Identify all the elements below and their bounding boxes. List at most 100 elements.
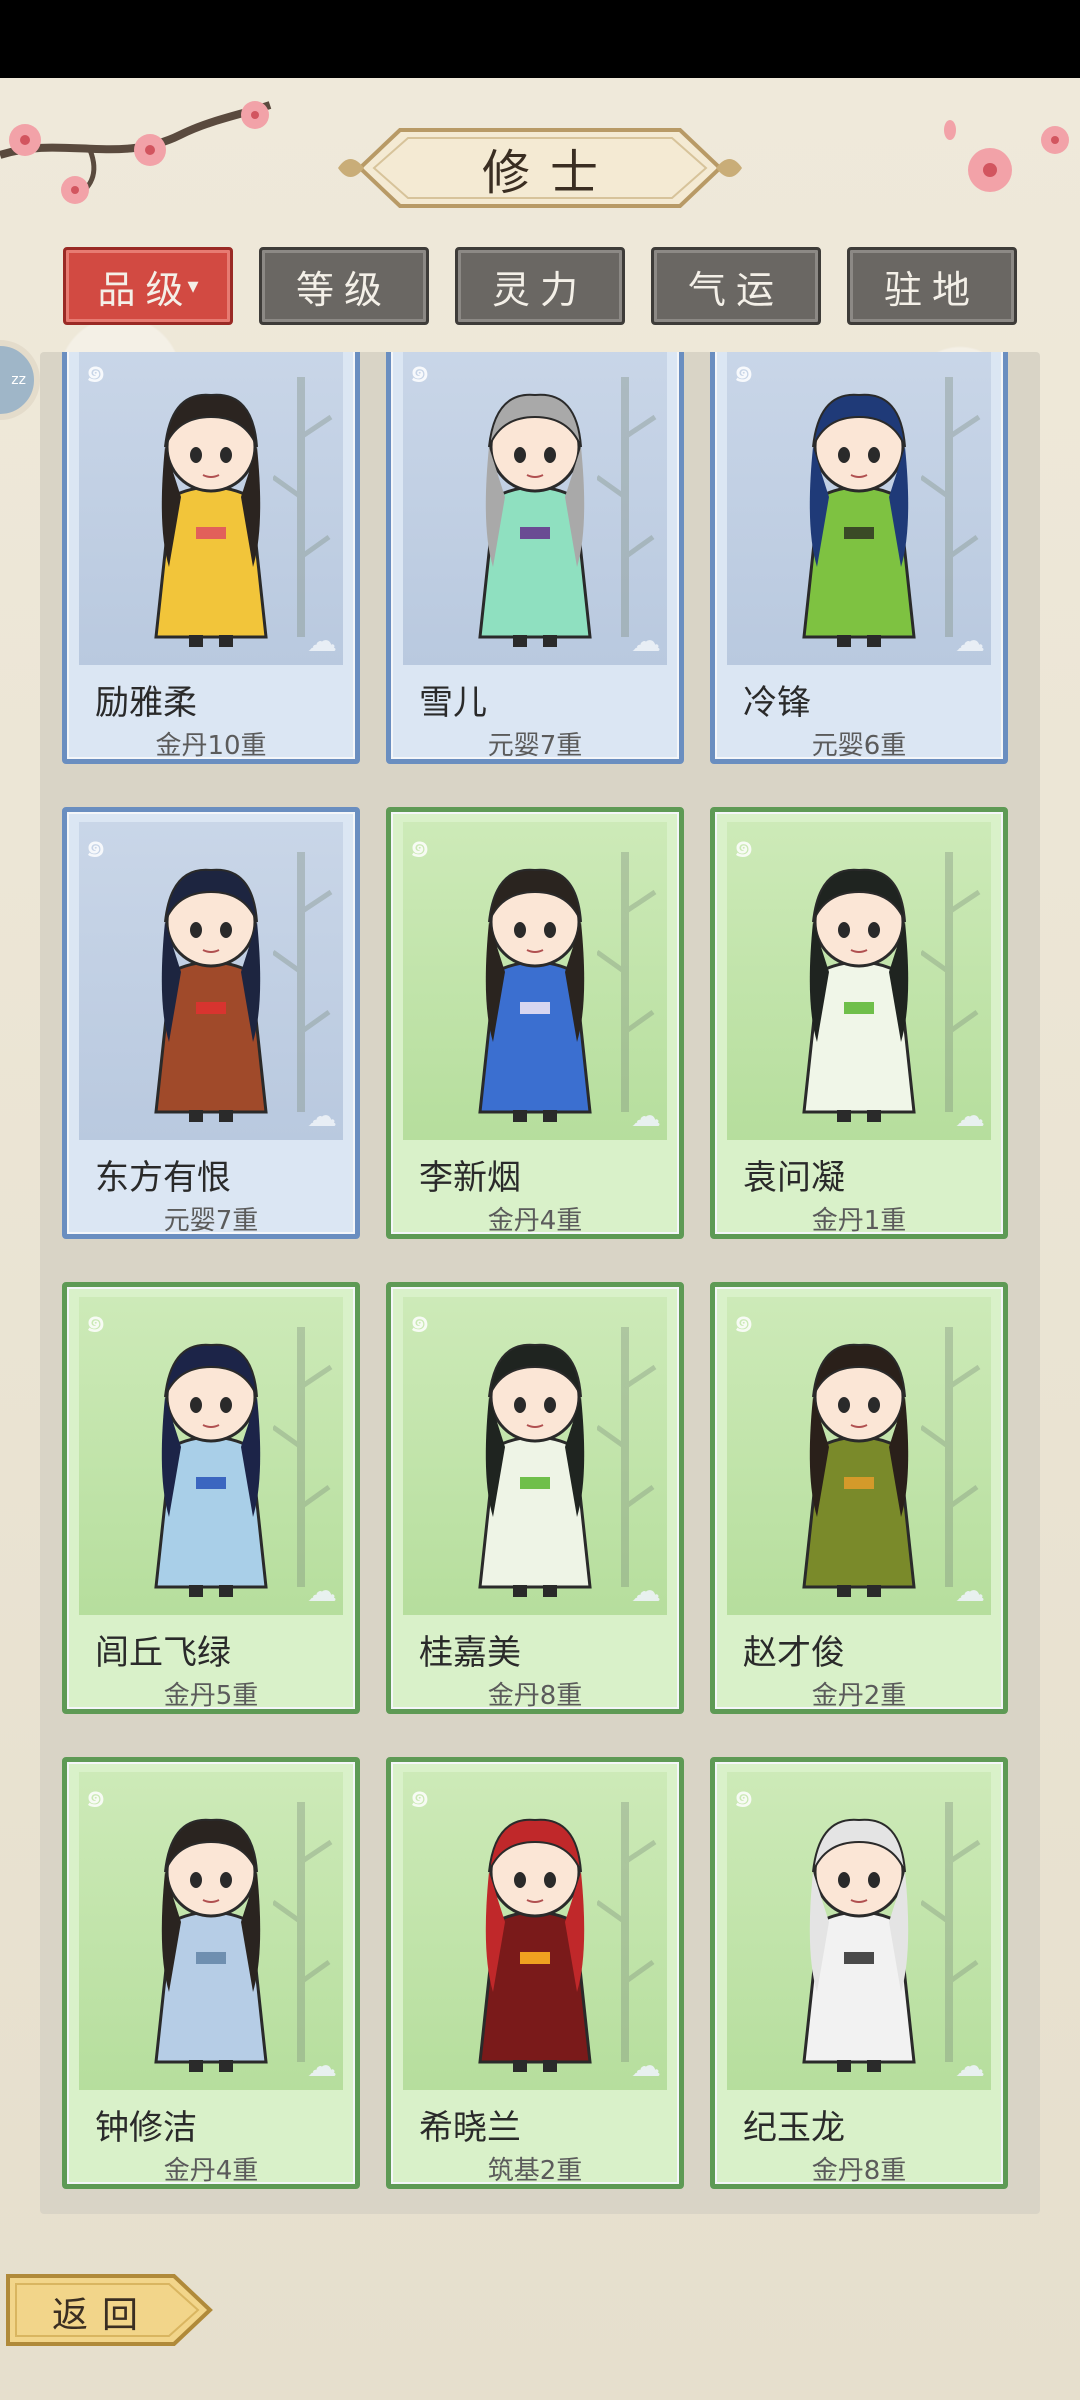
cultivator-level: 金丹4重: [163, 2156, 259, 2186]
cultivator-name: 希晓兰: [419, 2108, 521, 2148]
swirl-icon: ๑: [85, 352, 107, 391]
filter-station-button[interactable]: 驻地: [847, 247, 1017, 325]
cloud-icon: ☁: [631, 1099, 661, 1134]
bamboo-icon: [273, 852, 333, 1112]
cultivator-level: 金丹1重: [811, 1206, 907, 1236]
filter-luck-label: 气运: [687, 267, 784, 312]
character-portrait: ☁: [403, 352, 667, 665]
cultivator-level: 金丹2重: [811, 1681, 907, 1711]
bamboo-icon: [273, 1802, 333, 2062]
cultivator-card[interactable]: ☁ ๑ 闾丘飞绿 金丹5重: [62, 1282, 360, 1714]
character-figure-icon: [154, 868, 268, 1122]
character-figure-icon: [154, 393, 268, 647]
cultivator-level: 元婴7重: [487, 731, 583, 761]
character-portrait: ☁: [403, 1772, 667, 2090]
cloud-icon: ☁: [307, 624, 337, 659]
cultivator-level: 金丹4重: [487, 1206, 583, 1236]
cultivator-level: 金丹8重: [487, 1681, 583, 1711]
swirl-icon: ๑: [85, 826, 107, 866]
cultivator-name: 赵才俊: [743, 1633, 845, 1673]
cultivator-card[interactable]: ☁ ๑ 李新烟 金丹4重: [386, 807, 684, 1239]
cultivator-card[interactable]: ☁ ๑ 袁问凝金丹1重: [710, 807, 1008, 1239]
bamboo-icon: [597, 1327, 657, 1587]
filter-tabs: 品级 ▾ 等级 灵力 气运 驻地: [63, 247, 1023, 325]
back-label: 返回: [52, 2295, 153, 2336]
cultivator-card[interactable]: ☁ ๑ 钟修洁金丹4重: [62, 1757, 360, 2189]
swirl-icon: ๑: [409, 826, 431, 866]
character-figure-icon: [802, 393, 916, 647]
bamboo-icon: [597, 852, 657, 1112]
cultivator-level: 元婴6重: [811, 731, 907, 761]
swirl-icon: ๑: [409, 1301, 431, 1341]
cultivator-card[interactable]: ☁ ๑ 冷锋 元婴6重: [710, 352, 1008, 764]
back-button[interactable]: 返回: [4, 2270, 214, 2350]
cultivator-name: 钟修洁: [95, 2108, 197, 2148]
cultivator-level: 元婴7重: [163, 1206, 259, 1236]
filter-level-button[interactable]: 等级: [259, 247, 429, 325]
bamboo-icon: [597, 1802, 657, 2062]
swirl-icon: ๑: [733, 352, 755, 391]
character-portrait: ☁: [727, 1772, 991, 2090]
character-figure-icon: [802, 868, 916, 1122]
character-portrait: ☁: [79, 1297, 343, 1615]
bamboo-icon: [921, 1802, 981, 2062]
cultivator-level: 金丹5重: [163, 1681, 259, 1711]
cloud-icon: ☁: [631, 1574, 661, 1609]
character-portrait: ☁: [727, 352, 991, 665]
character-portrait: ☁: [79, 1772, 343, 2090]
cultivator-card[interactable]: ☁ ๑ 桂嘉美金丹8重: [386, 1282, 684, 1714]
cloud-icon: ☁: [307, 2049, 337, 2084]
bamboo-icon: [273, 377, 333, 637]
character-portrait: ☁: [403, 1297, 667, 1615]
bamboo-icon: [921, 852, 981, 1112]
character-figure-icon: [478, 393, 592, 647]
status-bar: [0, 0, 1080, 78]
cultivator-level: 金丹10重: [155, 731, 267, 761]
filter-spirit-label: 灵力: [491, 267, 588, 312]
swirl-icon: ๑: [409, 352, 431, 391]
character-portrait: ☁: [79, 352, 343, 665]
character-figure-icon: [478, 1343, 592, 1597]
filter-level-label: 等级: [295, 267, 392, 312]
sleep-badge: zz: [11, 372, 26, 388]
cloud-icon: ☁: [631, 2049, 661, 2084]
swirl-icon: ๑: [409, 1776, 431, 1816]
cultivator-name: 东方有恨: [95, 1158, 231, 1198]
filter-grade-label: 品级: [97, 267, 194, 312]
cultivator-name: 桂嘉美: [419, 1633, 521, 1673]
cultivator-name: 励雅柔: [95, 683, 197, 723]
swirl-icon: ๑: [85, 1776, 107, 1816]
cloud-icon: ☁: [955, 2049, 985, 2084]
character-figure-icon: [802, 1818, 916, 2072]
cultivator-card[interactable]: ☁ ๑ 雪儿 元婴7重: [386, 352, 684, 764]
filter-grade-button[interactable]: 品级 ▾: [63, 247, 233, 325]
filter-spirit-button[interactable]: 灵力: [455, 247, 625, 325]
filter-station-label: 驻地: [883, 267, 980, 312]
cultivator-card[interactable]: ☁ ๑ 纪玉龙 金丹8重: [710, 1757, 1008, 2189]
swirl-icon: ๑: [733, 1776, 755, 1816]
bamboo-icon: [597, 377, 657, 637]
cloud-icon: ☁: [955, 1099, 985, 1134]
character-figure-icon: [802, 1343, 916, 1597]
character-figure-icon: [154, 1818, 268, 2072]
cultivator-name: 袁问凝: [743, 1158, 845, 1198]
cultivator-list-panel[interactable]: ☁ ๑励雅柔 金丹10重 ☁ ๑雪儿 元婴7重 ☁ ๑冷锋 元婴6重 ☁ ๑东方有恨 元婴7重 ☁ ๑李新…: [40, 352, 1040, 2214]
cloud-icon: ☁: [955, 624, 985, 659]
chevron-down-icon: ▾: [187, 273, 199, 299]
cultivator-card[interactable]: ☁ ๑ 东方有恨元婴7重: [62, 807, 360, 1239]
cloud-icon: ☁: [307, 1099, 337, 1134]
filter-luck-button[interactable]: 气运: [651, 247, 821, 325]
cultivator-name: 纪玉龙: [743, 2108, 845, 2148]
character-portrait: ☁: [727, 1297, 991, 1615]
cultivator-card[interactable]: ☁ ๑ 赵才俊 金丹2重: [710, 1282, 1008, 1714]
cultivator-card[interactable]: ☁ ๑ 励雅柔金丹10重: [62, 352, 360, 764]
swirl-icon: ๑: [733, 826, 755, 866]
character-figure-icon: [478, 868, 592, 1122]
character-portrait: ☁: [79, 822, 343, 1140]
cultivator-card[interactable]: ☁ ๑ 希晓兰 筑基2重: [386, 1757, 684, 2189]
cloud-icon: ☁: [955, 1574, 985, 1609]
cloud-icon: ☁: [307, 1574, 337, 1609]
cloud-icon: ☁: [631, 624, 661, 659]
cultivator-name: 冷锋: [743, 683, 811, 723]
bamboo-icon: [921, 377, 981, 637]
